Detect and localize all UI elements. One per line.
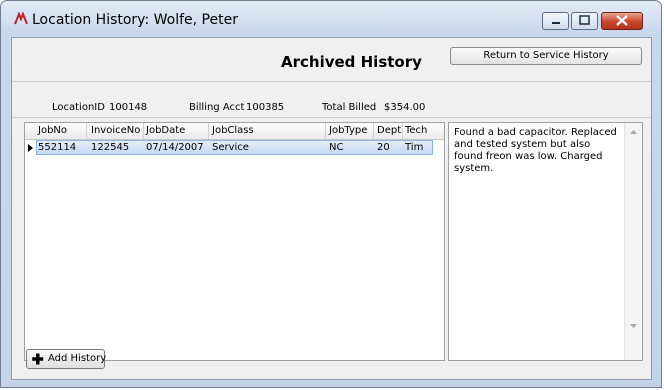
title-bar[interactable]: Location History: Wolfe, Peter bbox=[1, 1, 661, 37]
cell-jobdate: 07/14/2007 bbox=[146, 142, 204, 153]
client-area: Archived History Return to Service Histo… bbox=[11, 37, 652, 380]
cell-jobno: 552114 bbox=[38, 142, 77, 153]
maximize-icon bbox=[579, 15, 590, 25]
history-grid[interactable]: JobNo InvoiceNo JobDate JobClass JobType… bbox=[24, 122, 445, 361]
location-id-label: LocationID bbox=[52, 102, 105, 113]
scroll-up-icon[interactable] bbox=[630, 130, 637, 134]
grid-header: JobNo InvoiceNo JobDate JobClass JobType… bbox=[25, 123, 444, 140]
column-header-dept[interactable]: Dept bbox=[377, 125, 401, 136]
location-history-window: Location History: Wolfe, Peter Archived … bbox=[0, 0, 662, 388]
close-button[interactable] bbox=[601, 12, 643, 30]
divider bbox=[12, 81, 651, 82]
notes-box[interactable]: Found a bad capacitor. Replaced and test… bbox=[448, 122, 643, 361]
minimize-icon bbox=[552, 22, 560, 24]
scroll-down-icon[interactable] bbox=[630, 324, 637, 328]
column-divider bbox=[208, 123, 209, 139]
cell-jobclass: Service bbox=[212, 142, 249, 153]
column-header-jobno[interactable]: JobNo bbox=[38, 125, 67, 136]
add-history-button[interactable]: Add History bbox=[26, 349, 107, 369]
scroll-arrows bbox=[630, 130, 637, 328]
location-id-value: 100148 bbox=[109, 102, 148, 113]
page-title: Archived History bbox=[281, 53, 422, 71]
total-billed-label: Total Billed bbox=[322, 102, 377, 113]
column-header-jobtype[interactable]: JobType bbox=[329, 125, 367, 136]
column-header-jobclass[interactable]: JobClass bbox=[212, 125, 254, 136]
cell-dept: 20 bbox=[377, 142, 390, 153]
cell-jobtype: NC bbox=[329, 142, 344, 153]
close-icon bbox=[616, 15, 628, 26]
minimize-button[interactable] bbox=[542, 12, 569, 30]
plus-icon bbox=[32, 353, 44, 365]
column-divider bbox=[373, 123, 374, 139]
column-divider bbox=[325, 123, 326, 139]
add-history-label: Add History bbox=[48, 353, 107, 364]
total-billed-value: $354.00 bbox=[384, 102, 426, 113]
column-divider bbox=[402, 123, 403, 139]
header-panel: Archived History Return to Service Histo… bbox=[12, 38, 651, 80]
window-title: Location History: Wolfe, Peter bbox=[32, 12, 238, 28]
column-divider bbox=[86, 123, 87, 139]
current-row-indicator-icon bbox=[28, 144, 33, 152]
return-to-service-history-button[interactable]: Return to Service History bbox=[450, 47, 642, 65]
notes-text[interactable]: Found a bad capacitor. Replaced and test… bbox=[454, 127, 620, 175]
billing-acct-value: 100385 bbox=[246, 102, 285, 113]
column-header-tech[interactable]: Tech bbox=[405, 125, 427, 136]
app-icon bbox=[14, 12, 28, 25]
maximize-button[interactable] bbox=[571, 12, 598, 30]
column-header-jobdate[interactable]: JobDate bbox=[146, 125, 185, 136]
billing-acct-label: Billing Acct bbox=[189, 102, 245, 113]
cell-tech: Tim bbox=[405, 142, 424, 153]
cell-invoiceno: 122545 bbox=[91, 142, 130, 153]
column-divider bbox=[143, 123, 144, 139]
notes-scrollbar[interactable] bbox=[624, 123, 642, 360]
divider bbox=[12, 117, 651, 118]
column-header-invoiceno[interactable]: InvoiceNo bbox=[91, 125, 140, 136]
